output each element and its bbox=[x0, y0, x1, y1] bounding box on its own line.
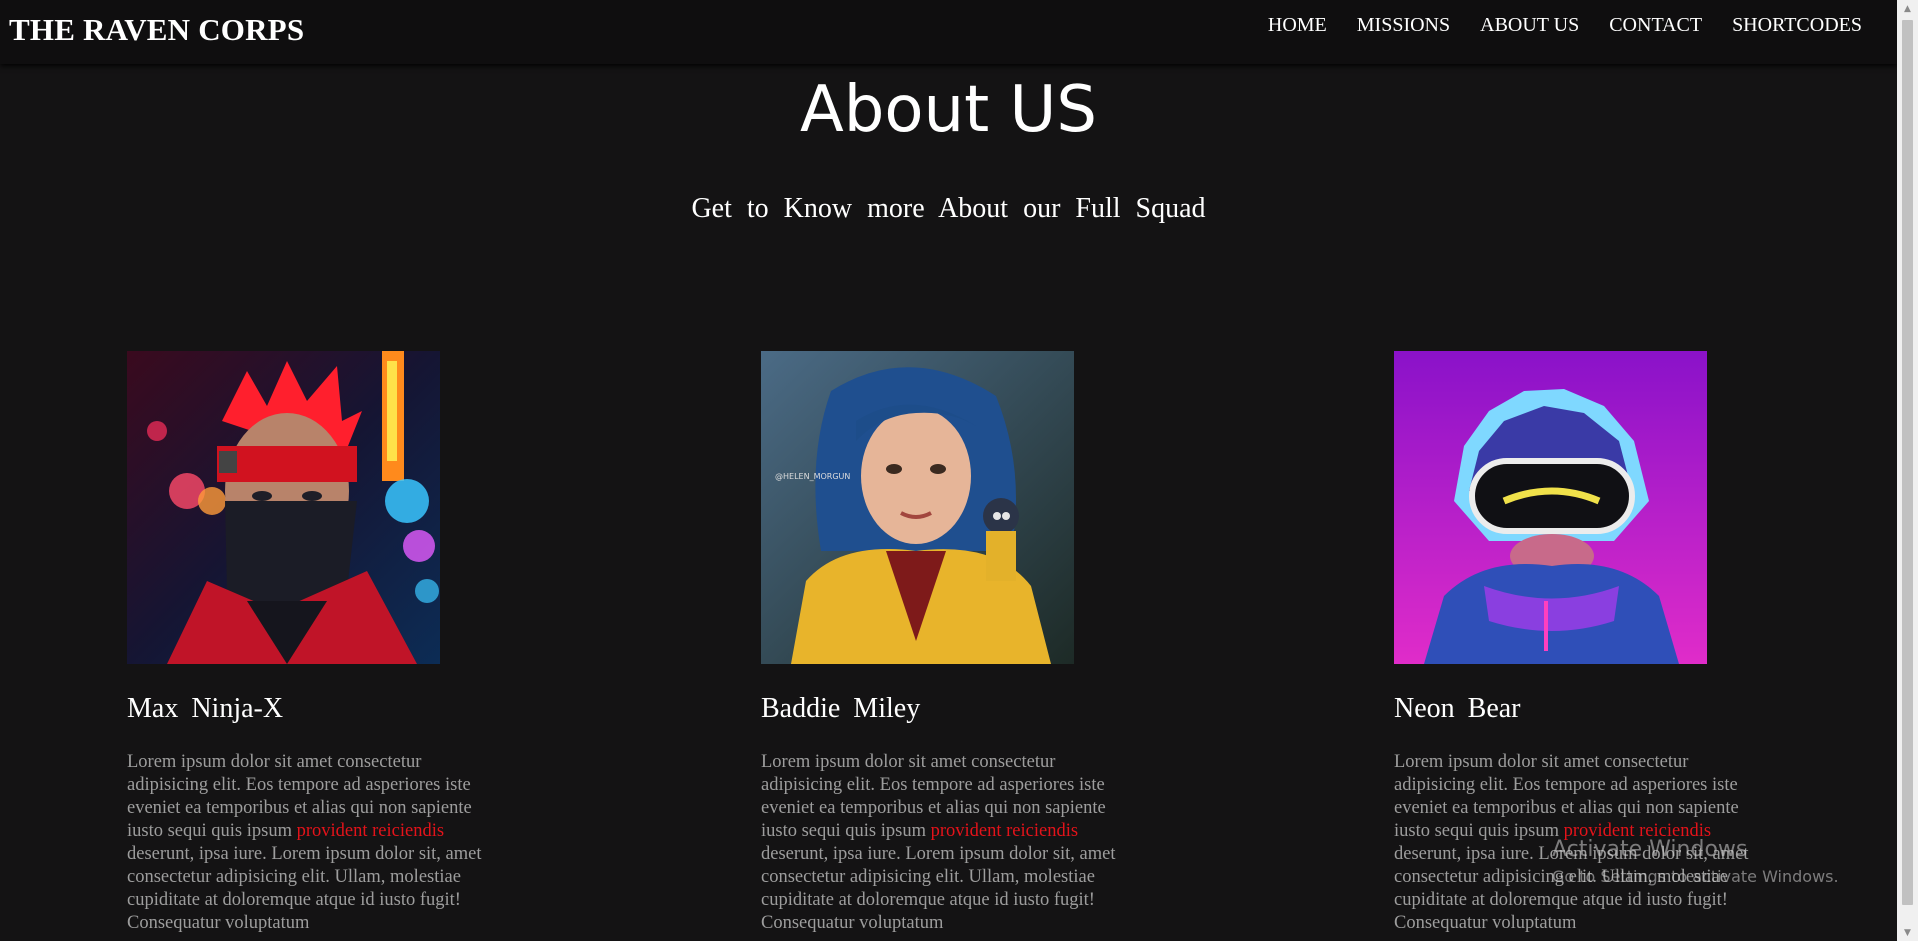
nav-link-about-us[interactable]: ABOUT US bbox=[1480, 14, 1579, 37]
member-name: Max Ninja-X bbox=[127, 693, 284, 724]
blue-haired-girl-avatar: @HELEN_MORGUN bbox=[761, 351, 1074, 664]
bio-text: deserunt, ipsa iure. Lorem ipsum dolor s… bbox=[761, 844, 1116, 933]
member-card: Max Ninja-X Lorem ipsum dolor sit amet c… bbox=[127, 351, 507, 933]
member-card: Neon Bear Lorem ipsum dolor sit amet con… bbox=[1394, 351, 1774, 933]
scroll-down-arrow-icon[interactable]: ▼ bbox=[1897, 924, 1918, 941]
nav-link-contact[interactable]: CONTACT bbox=[1609, 14, 1702, 37]
red-ninja-avatar bbox=[127, 351, 440, 664]
neon-bear-avatar bbox=[1394, 351, 1707, 664]
member-bio: Lorem ipsum dolor sit amet consectetur a… bbox=[1394, 751, 1774, 935]
photo-watermark: @HELEN_MORGUN bbox=[775, 472, 850, 481]
member-bio: Lorem ipsum dolor sit amet consectetur a… bbox=[761, 751, 1141, 935]
bio-highlight-link[interactable]: provident reiciendis bbox=[1564, 821, 1711, 841]
brand-logo[interactable]: THE RAVEN CORPS bbox=[9, 12, 304, 48]
nav-links: HOME MISSIONS ABOUT US CONTACT SHORTCODE… bbox=[1268, 14, 1862, 37]
navbar: THE RAVEN CORPS HOME MISSIONS ABOUT US C… bbox=[0, 0, 1897, 64]
member-name: Baddie Miley bbox=[761, 693, 921, 724]
nav-link-home[interactable]: HOME bbox=[1268, 14, 1327, 37]
bio-text: deserunt, ipsa iure. Lorem ipsum dolor s… bbox=[127, 844, 482, 933]
bio-highlight-link[interactable]: provident reiciendis bbox=[297, 821, 444, 841]
nav-link-missions[interactable]: MISSIONS bbox=[1357, 14, 1450, 37]
bio-highlight-link[interactable]: provident reiciendis bbox=[931, 821, 1078, 841]
page-subtitle: Get to Know more About our Full Squad bbox=[691, 193, 1206, 224]
scroll-up-arrow-icon[interactable]: ▲ bbox=[1897, 0, 1918, 17]
page-title: About US bbox=[799, 73, 1098, 147]
nav-link-shortcodes[interactable]: SHORTCODES bbox=[1732, 14, 1862, 37]
member-card: @HELEN_MORGUN Baddie Miley Lorem ipsum d… bbox=[761, 351, 1141, 933]
scrollbar-thumb[interactable] bbox=[1902, 20, 1913, 905]
vertical-scrollbar[interactable]: ▲ ▼ bbox=[1897, 0, 1918, 941]
member-name: Neon Bear bbox=[1394, 693, 1521, 724]
bio-text: deserunt, ipsa iure. Lorem ipsum dolor s… bbox=[1394, 844, 1749, 933]
member-bio: Lorem ipsum dolor sit amet consectetur a… bbox=[127, 751, 507, 935]
